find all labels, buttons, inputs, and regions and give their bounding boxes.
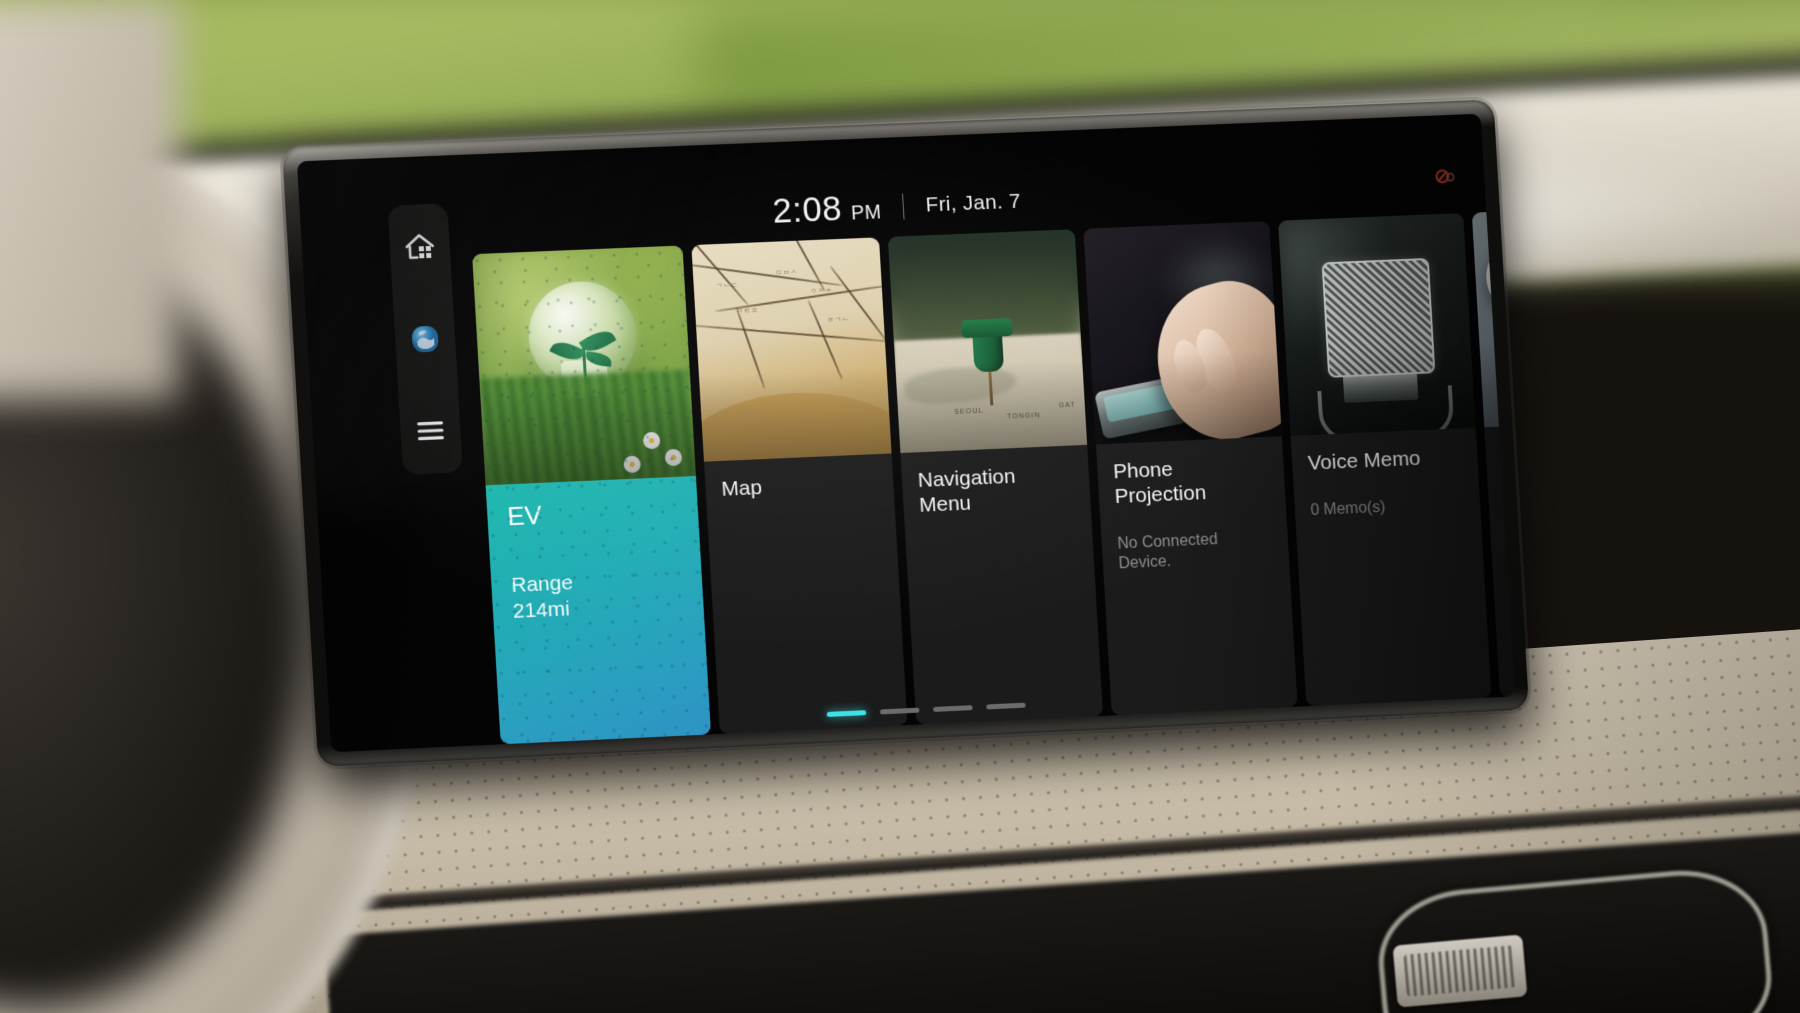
clock-time: 2:08: [771, 189, 843, 231]
tile-ev-title: EV: [506, 499, 543, 532]
sidebar-item-earth[interactable]: [403, 317, 447, 361]
tile-navigation-body: Navigation Menu: [900, 444, 1104, 725]
tile-navigation-thumbnail: SEOUL TONGIN GAT: [887, 229, 1088, 454]
home-icon: [406, 234, 435, 260]
earth-icon: [412, 326, 439, 353]
status-divider: [902, 193, 905, 220]
sidebar-item-home[interactable]: [398, 226, 442, 270]
sidebar-item-menu[interactable]: [408, 409, 452, 453]
tile-ev-body: EV Range 214mi: [485, 476, 712, 745]
tile-phone-thumbnail: [1083, 221, 1282, 445]
tile-voice-memo-body: Voice Memo 0 Memo(s): [1290, 427, 1492, 707]
home-tile-row[interactable]: EV Range 214mi Map Navigation Menu Phone…: [472, 205, 1515, 745]
tile-voice-memo[interactable]: Voice Memo 0 Memo(s): [1278, 213, 1492, 707]
screen-surface[interactable]: 2:08 PM Fri, Jan. 7 EV Range 214mi Map N…: [296, 113, 1515, 753]
tile-navigation-menu[interactable]: SEOUL TONGIN GAT Navigation Menu: [887, 229, 1104, 725]
tile-navigation-title: Navigation Menu: [917, 461, 1075, 517]
tile-phone-status: No Connected Device.: [1117, 531, 1219, 573]
tile-ev-thumbnail: [472, 245, 696, 486]
tile-map-thumbnail: ᄀᄂᄃ ᄆᄇᄉ ᄋᄌᄎ ᄏᄐᄑ ᄒᄀᄂ: [691, 237, 892, 462]
clock: 2:08 PM: [771, 188, 882, 232]
tile-phone-projection[interactable]: Phone Projection No Connected Device.: [1083, 221, 1298, 716]
tile-ev[interactable]: EV Range 214mi: [472, 245, 712, 745]
menu-icon: [417, 422, 445, 441]
air-vent-toggle[interactable]: [1392, 934, 1528, 1008]
status-date: Fri, Jan. 7: [925, 189, 1022, 217]
tile-map-body: Map: [703, 453, 908, 734]
tile-phone-body: Phone Projection No Connected Device.: [1095, 436, 1298, 716]
tile-phone-title: Phone Projection: [1113, 453, 1270, 509]
a-pillar-blur: [0, 0, 180, 400]
clock-ampm: PM: [850, 201, 883, 225]
tile-voice-memo-title: Voice Memo: [1307, 446, 1422, 475]
tile-map-title: Map: [720, 476, 763, 501]
tile-map[interactable]: ᄀᄂᄃ ᄆᄇᄉ ᄋᄌᄎ ᄏᄐᄑ ᄒᄀᄂ Map: [691, 237, 908, 734]
tile-voice-memo-thumbnail: [1278, 213, 1476, 436]
infotainment-display[interactable]: 2:08 PM Fri, Jan. 7 EV Range 214mi Map N…: [282, 99, 1530, 767]
do-not-disturb-icon[interactable]: [1433, 164, 1458, 194]
tile-ev-range: Range 214mi: [511, 565, 685, 625]
car-interior-scene: 2:08 PM Fri, Jan. 7 EV Range 214mi Map N…: [0, 0, 1800, 1013]
tile-voice-memo-count: 0 Memo(s): [1310, 498, 1386, 520]
